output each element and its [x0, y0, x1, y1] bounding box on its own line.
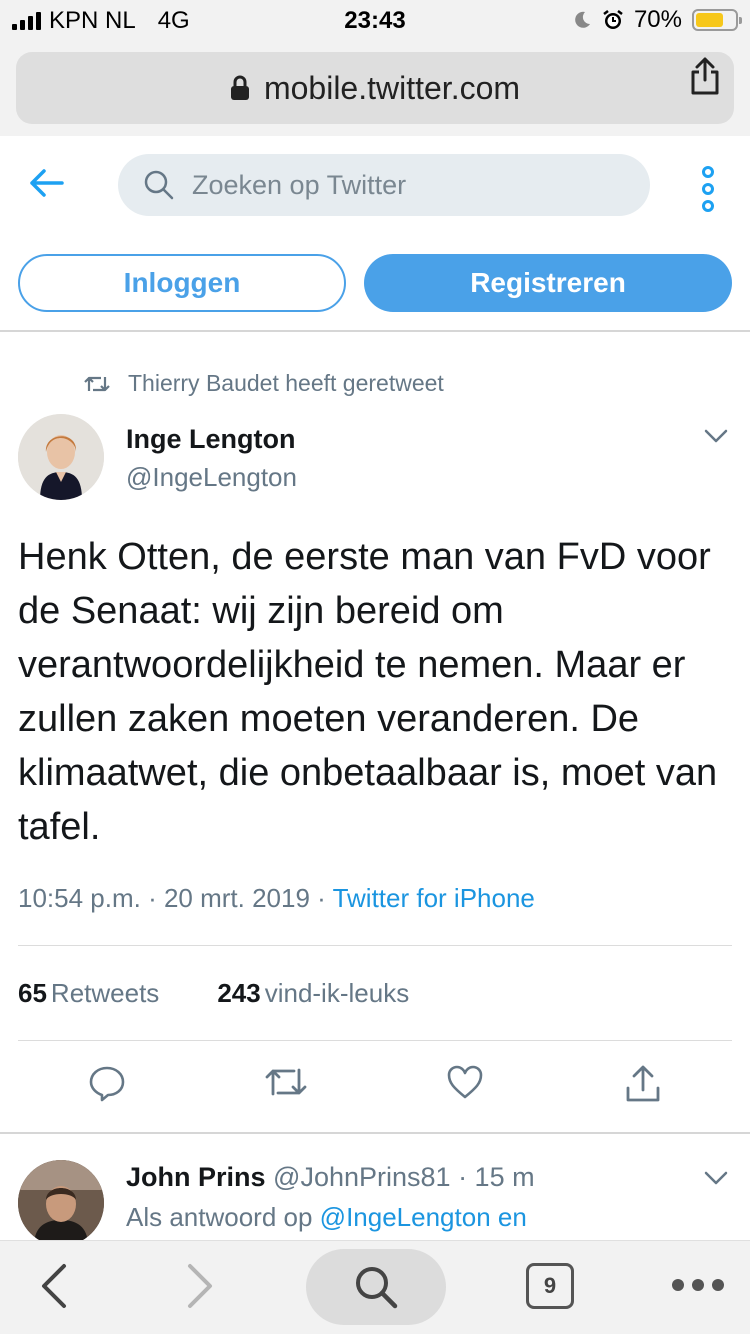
section-divider: [0, 1132, 750, 1134]
avatar[interactable]: [18, 414, 104, 500]
share-icon[interactable]: [688, 56, 722, 96]
battery-icon: [692, 9, 742, 31]
tweet-actions: [0, 1064, 750, 1108]
url-text: mobile.twitter.com: [263, 69, 521, 106]
moon-icon: [575, 11, 590, 28]
profile-photo: [18, 1160, 104, 1246]
author-name[interactable]: Inge Lengton: [126, 424, 295, 455]
more-dots-icon[interactable]: [672, 1279, 724, 1291]
more-options-icon[interactable]: [702, 166, 714, 212]
chevron-right-icon[interactable]: [186, 1263, 216, 1309]
retweets-stat[interactable]: 65 Retweets: [18, 978, 159, 1009]
twitter-header: [0, 136, 750, 236]
reply-author-handle[interactable]: @JohnPrins81: [273, 1162, 451, 1192]
chevron-left-icon[interactable]: [38, 1263, 68, 1309]
tweet-source-link[interactable]: Twitter for iPhone: [333, 883, 535, 913]
chevron-down-icon[interactable]: [704, 1170, 728, 1186]
lock-icon: [230, 75, 249, 100]
search-input[interactable]: [192, 169, 612, 201]
reply-icon[interactable]: [88, 1064, 126, 1102]
chevron-down-icon[interactable]: [704, 428, 728, 444]
toolbar-search-button[interactable]: [306, 1249, 446, 1325]
search-icon: [356, 1267, 398, 1309]
retweet-icon: [84, 376, 110, 391]
alarm-icon: [603, 10, 623, 29]
reply-time: · 15 m: [450, 1162, 535, 1192]
address-bar[interactable]: mobile.twitter.com: [16, 52, 734, 124]
register-button[interactable]: Registreren: [364, 254, 732, 312]
tweet-text: Henk Otten, de eerste man van FvD voor d…: [18, 536, 718, 848]
reply-avatar[interactable]: [18, 1160, 104, 1246]
retweets-label: Retweets: [50, 978, 160, 1008]
reply-target-link[interactable]: @IngeLengton en: [320, 1202, 527, 1232]
reply-prefix: Als antwoord op: [126, 1202, 320, 1232]
back-arrow-icon[interactable]: [28, 168, 64, 198]
battery-percent: 70%: [633, 6, 682, 33]
reply-header: John Prins @JohnPrins81 · 15 m: [126, 1162, 535, 1193]
login-button[interactable]: Inloggen: [18, 254, 346, 312]
profile-photo: [18, 414, 104, 500]
likes-count: 243: [217, 978, 261, 1008]
retweets-count: 65: [18, 978, 47, 1008]
search-icon: [144, 170, 174, 200]
author-handle[interactable]: @IngeLengton: [126, 462, 297, 493]
likes-label: vind-ik-leuks: [264, 978, 410, 1008]
retweeted-by-label: Thierry Baudet heeft geretweet: [128, 370, 444, 396]
tweet-stats: 65 Retweets 243 vind-ik-leuks: [18, 978, 409, 1009]
tweet-timestamp: 10:54 p.m. · 20 mrt. 2019 · Twitter for …: [18, 883, 535, 914]
reply-context: Als antwoord op @IngeLengton en: [126, 1202, 527, 1233]
divider: [18, 1040, 732, 1041]
browser-address-area: mobile.twitter.com: [0, 40, 750, 136]
timestamp-text: 10:54 p.m. · 20 mrt. 2019 ·: [18, 883, 333, 913]
retweet-context: Thierry Baudet heeft geretweet: [84, 370, 444, 397]
share-tweet-icon[interactable]: [624, 1064, 662, 1104]
retweet-action-icon[interactable]: [264, 1064, 308, 1100]
search-field[interactable]: [118, 154, 650, 216]
auth-buttons: Inloggen Registreren: [0, 254, 750, 332]
divider: [18, 945, 732, 946]
reply-author-name[interactable]: John Prins: [126, 1162, 266, 1192]
tabs-button[interactable]: 9: [526, 1263, 574, 1309]
likes-stat[interactable]: 243 vind-ik-leuks: [217, 978, 409, 1009]
heart-icon[interactable]: [446, 1064, 484, 1100]
browser-toolbar: 9: [0, 1240, 750, 1334]
status-bar: KPN NL 4G 23:43 70%: [0, 0, 750, 40]
